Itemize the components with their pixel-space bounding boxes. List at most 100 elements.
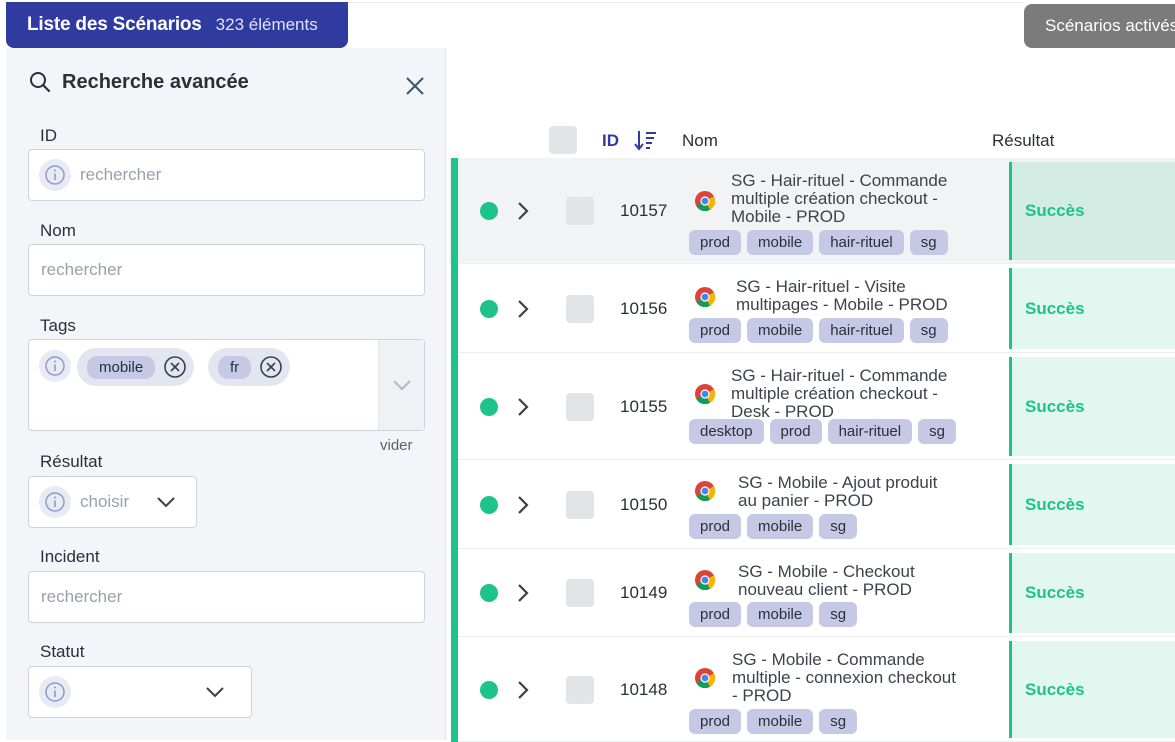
list-title-tab[interactable]: Liste des Scénarios 323 éléments: [6, 2, 348, 48]
nom-label: Nom: [40, 221, 76, 240]
scenario-name[interactable]: SG - Mobile - Checkout nouveau client - P…: [738, 563, 915, 599]
chrome-icon: [694, 190, 716, 212]
row-checkbox[interactable]: [566, 197, 594, 225]
chevron-right-icon[interactable]: [515, 493, 531, 517]
scenario-name[interactable]: SG - Mobile - Ajout produit au panier - P…: [738, 474, 937, 510]
statut-select[interactable]: [28, 666, 252, 718]
scenario-id: 10149: [620, 583, 668, 602]
incident-label: Incident: [40, 547, 100, 566]
status-bar: [451, 264, 458, 353]
table-row[interactable]: 10150 SG - Mobile - Ajout produit au pani…: [449, 460, 1175, 549]
tag-chip-label: mobile: [87, 355, 156, 379]
scenario-id: 10157: [620, 201, 668, 220]
tag-badge: hair-rituel: [827, 419, 913, 444]
scenario-name[interactable]: SG - Mobile - Commande multiple - connexi…: [732, 651, 956, 705]
tag-badge: prod: [689, 602, 742, 627]
element-count: 323 éléments: [215, 15, 318, 34]
scenario-name-line: SG - Hair-rituel - Commande: [731, 171, 948, 190]
table-row[interactable]: 10157 SG - Hair-rituel - Commande multipl…: [449, 158, 1175, 264]
row-checkbox[interactable]: [566, 295, 594, 323]
chevron-right-icon[interactable]: [515, 395, 531, 419]
scenario-name-line: - PROD: [732, 686, 792, 705]
search-icon: [30, 72, 51, 93]
status-dot: [480, 496, 498, 514]
row-checkbox[interactable]: [566, 393, 594, 421]
table-row[interactable]: 10149 SG - Mobile - Checkout nouveau clie…: [449, 549, 1175, 637]
status-dot: [480, 584, 498, 602]
tag-chip-mobile: mobile: [77, 348, 195, 386]
status-dot: [480, 398, 498, 416]
column-header-nom[interactable]: Nom: [682, 131, 718, 151]
tag-badge: prod: [689, 318, 742, 343]
resultat-label: Résultat: [40, 452, 103, 471]
scenario-name-line: SG - Mobile - Checkout: [738, 562, 915, 581]
incident-field[interactable]: rechercher: [28, 571, 425, 623]
statut-label: Statut: [40, 642, 85, 661]
tag-chip-fr: fr: [208, 348, 291, 386]
remove-tag-icon[interactable]: [259, 355, 283, 379]
tag-badge: prod: [769, 419, 822, 444]
tag-chip-label: fr: [218, 355, 252, 379]
table-row[interactable]: 10156 SG - Hair-rituel - Visite multipage…: [449, 264, 1175, 353]
scenario-name-line: SG - Mobile - Commande: [732, 650, 925, 669]
sort-desc-icon[interactable]: [633, 129, 657, 151]
status-bar: [451, 637, 458, 742]
scenario-name[interactable]: SG - Hair-rituel - Visite multipages - Mo…: [736, 278, 948, 314]
tag-badge: mobile: [747, 230, 814, 255]
id-field[interactable]: rechercher: [28, 149, 425, 201]
row-checkbox[interactable]: [566, 676, 594, 704]
scenario-id: 10155: [620, 397, 668, 416]
row-checkbox[interactable]: [566, 579, 594, 607]
info-icon: [39, 676, 71, 708]
column-header-id[interactable]: ID: [602, 131, 619, 151]
chevron-right-icon[interactable]: [515, 678, 531, 702]
resultat-placeholder: choisir: [80, 492, 130, 511]
tag-badge: hair-rituel: [819, 318, 904, 343]
chevron-down-icon: [157, 497, 175, 508]
select-all-checkbox[interactable]: [549, 126, 577, 154]
top-bar: Liste des Scénarios 323 éléments Scénari…: [0, 0, 1175, 48]
clear-tags-link[interactable]: vider: [380, 437, 413, 454]
nom-field[interactable]: rechercher: [28, 244, 425, 296]
tag-badge: mobile: [747, 514, 814, 539]
table-header: ID Nom Résultat: [449, 120, 1175, 160]
scenario-name-line: multipages - Mobile - PROD: [736, 295, 948, 314]
scenario-name-line: au panier - PROD: [738, 491, 874, 510]
scenario-name[interactable]: SG - Hair-rituel - Commande multiple créa…: [731, 367, 947, 421]
tags-dropdown-toggle[interactable]: [378, 340, 424, 430]
result-cell: Succès: [1009, 641, 1175, 738]
scenario-name-line: Mobile - PROD: [731, 207, 846, 226]
close-icon[interactable]: [404, 75, 426, 97]
chrome-icon: [694, 286, 716, 308]
column-header-resultat[interactable]: Résultat: [992, 131, 1054, 151]
scenario-name-line: SG - Mobile - Ajout produit: [738, 473, 938, 492]
tag-badge: mobile: [747, 709, 814, 734]
chevron-down-icon: [206, 687, 224, 698]
result-cell: Succès: [1009, 268, 1175, 349]
table-row[interactable]: 10148 SG - Mobile - Commande multiple - c…: [449, 637, 1175, 742]
chevron-right-icon[interactable]: [515, 581, 531, 605]
scenario-id: 10150: [620, 495, 668, 514]
table-row[interactable]: 10155 SG - Hair-rituel - Commande multipl…: [449, 353, 1175, 460]
row-checkbox[interactable]: [566, 491, 594, 519]
tag-badge: desktop: [689, 419, 764, 444]
result-cell: Succès: [1009, 553, 1175, 633]
resultat-select[interactable]: choisir: [28, 476, 197, 528]
scenario-name-line: SG - Hair-rituel - Commande: [731, 366, 948, 385]
tags-field[interactable]: mobile fr: [28, 339, 425, 431]
status-bar: [451, 353, 458, 460]
result-cell: Succès: [1009, 162, 1175, 260]
scenario-id: 10156: [620, 299, 668, 318]
active-scenarios-button[interactable]: Scénarios activés: [1024, 4, 1175, 48]
chevron-right-icon[interactable]: [515, 297, 531, 321]
scenario-id: 10148: [620, 680, 668, 699]
status-bar: [451, 158, 458, 264]
tag-badge: prod: [689, 230, 742, 255]
chevron-right-icon[interactable]: [515, 199, 531, 223]
result-cell: Succès: [1009, 357, 1175, 456]
scenario-tags: prod mobile sg: [689, 602, 858, 627]
scenarios-table: ID Nom Résultat 10157 SG - Hair-rituel -…: [449, 48, 1175, 742]
remove-tag-icon[interactable]: [163, 355, 187, 379]
scenario-tags: desktop prod hair-rituel sg: [689, 419, 956, 444]
scenario-name[interactable]: SG - Hair-rituel - Commande multiple créa…: [731, 172, 947, 226]
